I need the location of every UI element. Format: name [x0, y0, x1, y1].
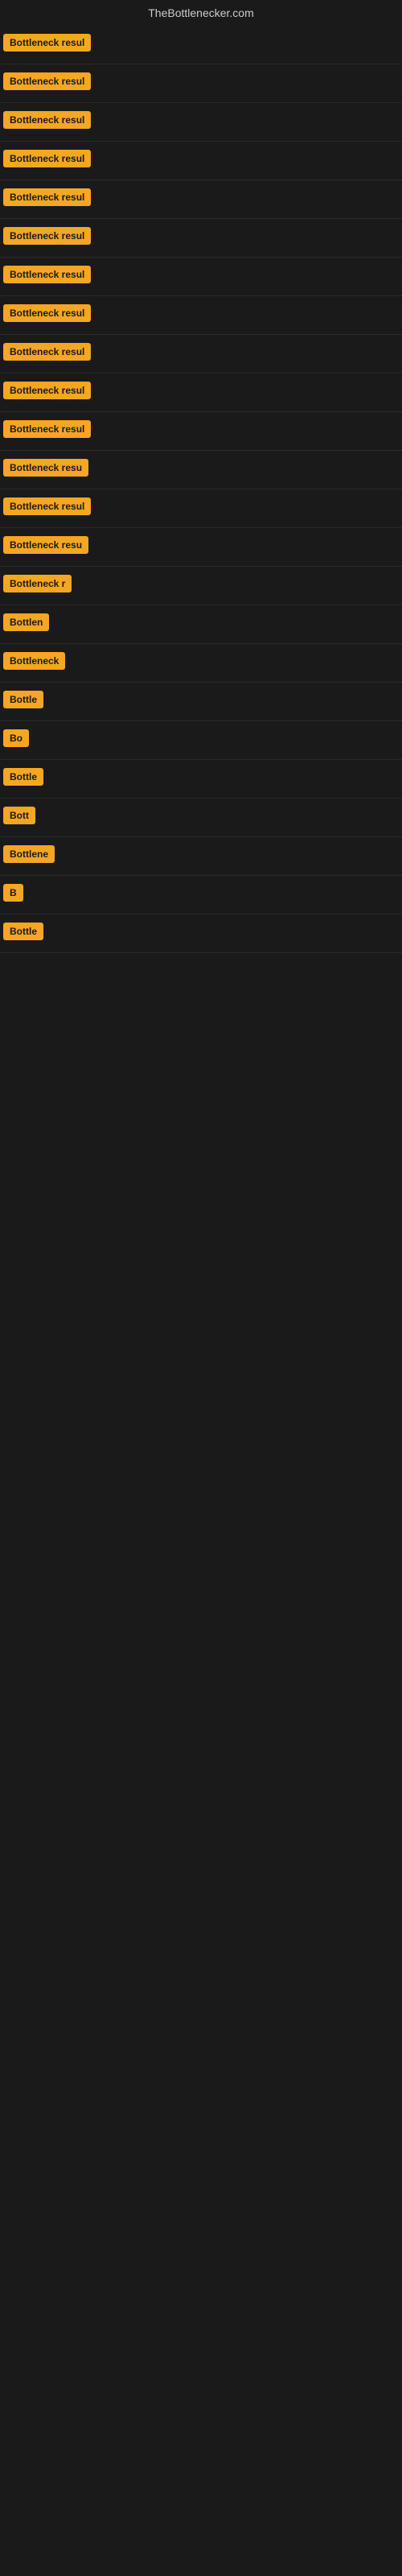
result-row: Bottleneck — [0, 644, 402, 683]
bottleneck-badge[interactable]: Bottlen — [3, 613, 49, 631]
bottleneck-badge[interactable]: Bottleneck resul — [3, 420, 91, 438]
bottleneck-badge[interactable]: Bottleneck resul — [3, 304, 91, 322]
result-row: B — [0, 876, 402, 914]
results-container: Bottleneck resul Bottleneck resul Bottlene… — [0, 26, 402, 953]
result-row: Bottleneck resu — [0, 451, 402, 489]
bottleneck-badge[interactable]: Bottleneck — [3, 652, 65, 670]
bottleneck-badge[interactable]: Bottleneck r — [3, 575, 72, 592]
result-row: Bottleneck resul — [0, 26, 402, 64]
bottleneck-badge[interactable]: Bottleneck resul — [3, 266, 91, 283]
result-row: Bottle — [0, 914, 402, 953]
bottleneck-badge[interactable]: Bottle — [3, 768, 43, 786]
bottleneck-badge[interactable]: Bottle — [3, 691, 43, 708]
site-header: TheBottlenecker.com — [0, 0, 402, 26]
bottleneck-badge[interactable]: Bottlene — [3, 845, 55, 863]
bottleneck-badge[interactable]: Bottle — [3, 923, 43, 940]
bottleneck-badge[interactable]: Bottleneck resul — [3, 227, 91, 245]
result-row: Bottleneck resul — [0, 64, 402, 103]
result-row: Bottlen — [0, 605, 402, 644]
bottleneck-badge[interactable]: B — [3, 884, 23, 902]
result-row: Bottleneck resul — [0, 412, 402, 451]
result-row: Bottleneck resul — [0, 489, 402, 528]
result-row: Bottleneck resul — [0, 296, 402, 335]
result-row: Bottle — [0, 683, 402, 721]
site-title: TheBottlenecker.com — [0, 0, 402, 26]
bottleneck-badge[interactable]: Bottleneck resul — [3, 382, 91, 399]
bottleneck-badge[interactable]: Bottleneck resul — [3, 34, 91, 52]
result-row: Bottleneck resul — [0, 374, 402, 412]
bottleneck-badge[interactable]: Bottleneck resu — [3, 536, 88, 554]
bottleneck-badge[interactable]: Bottleneck resul — [3, 188, 91, 206]
result-row: Bottleneck resul — [0, 335, 402, 374]
bottleneck-badge[interactable]: Bottleneck resul — [3, 150, 91, 167]
result-row: Bottleneck resul — [0, 142, 402, 180]
result-row: Bottleneck resul — [0, 258, 402, 296]
bottleneck-badge[interactable]: Bottleneck resul — [3, 497, 91, 515]
bottleneck-badge[interactable]: Bottleneck resul — [3, 111, 91, 129]
bottleneck-badge[interactable]: Bottleneck resu — [3, 459, 88, 477]
bottleneck-badge[interactable]: Bottleneck resul — [3, 72, 91, 90]
bottleneck-badge[interactable]: Bott — [3, 807, 35, 824]
result-row: Bottleneck resul — [0, 103, 402, 142]
bottleneck-badge[interactable]: Bo — [3, 729, 29, 747]
result-row: Bottleneck resu — [0, 528, 402, 567]
result-row: Bo — [0, 721, 402, 760]
result-row: Bottleneck resul — [0, 219, 402, 258]
result-row: Bott — [0, 799, 402, 837]
result-row: Bottleneck resul — [0, 180, 402, 219]
result-row: Bottle — [0, 760, 402, 799]
bottleneck-badge[interactable]: Bottleneck resul — [3, 343, 91, 361]
result-row: Bottlene — [0, 837, 402, 876]
result-row: Bottleneck r — [0, 567, 402, 605]
